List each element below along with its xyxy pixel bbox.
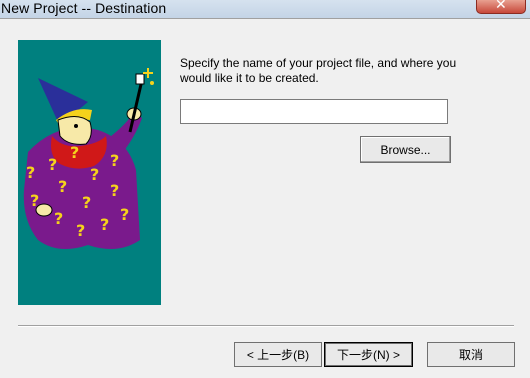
svg-text:?: ? [58,177,67,196]
browse-button[interactable]: Browse... [360,136,451,163]
svg-text:?: ? [30,191,39,210]
destination-prompt: Specify the name of your project file, a… [180,56,457,85]
title-bar: New Project -- Destination ✕ [0,0,530,18]
svg-text:?: ? [90,165,99,184]
project-name-input[interactable] [180,99,448,124]
svg-text:?: ? [26,163,35,182]
window-title: New Project -- Destination [1,0,167,16]
svg-text:?: ? [82,193,91,212]
svg-text:?: ? [54,209,63,228]
footer-divider [18,325,514,327]
svg-text:?: ? [70,143,79,162]
svg-text:?: ? [120,205,129,224]
svg-text:?: ? [110,151,119,170]
svg-text:?: ? [76,221,85,240]
svg-text:?: ? [48,155,57,174]
svg-text:?: ? [100,215,109,234]
next-button[interactable]: 下一步(N) > [324,342,413,367]
wizard-illustration-panel: ? ? ? ? ? ? ? ? ? ? ? ? ? [18,40,161,305]
svg-text:?: ? [110,181,119,200]
cancel-button[interactable]: 取消 [427,342,515,367]
close-button[interactable]: ✕ [476,0,526,14]
back-button[interactable]: < 上一步(B) [234,342,322,367]
close-icon: ✕ [495,0,507,12]
wizard-illustration: ? ? ? ? ? ? ? ? ? ? ? ? ? [23,68,154,249]
